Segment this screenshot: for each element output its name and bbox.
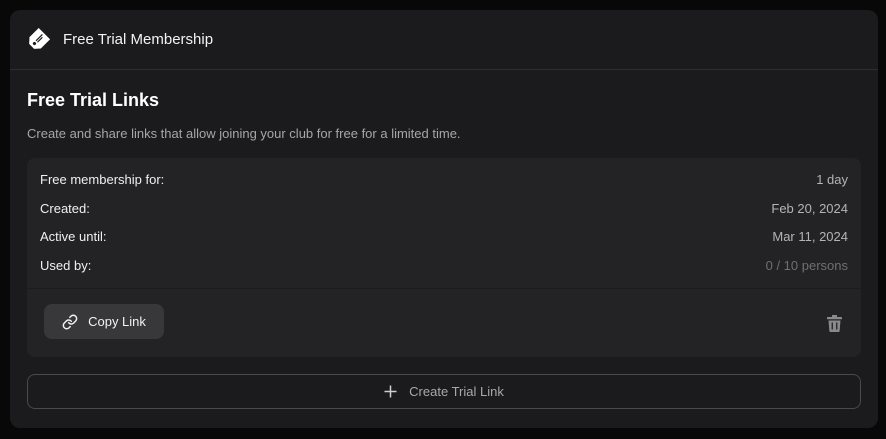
create-trial-link-button[interactable]: Create Trial Link — [27, 374, 861, 409]
link-icon — [62, 314, 78, 330]
info-label: Created: — [40, 200, 90, 216]
info-row-used-by: Used by: 0 / 10 persons — [40, 255, 848, 275]
info-label: Free membership for: — [40, 171, 165, 187]
info-label: Active until: — [40, 228, 107, 244]
copy-link-label: Copy Link — [88, 314, 146, 329]
info-value: 1 day — [816, 171, 848, 187]
plus-icon — [384, 383, 397, 401]
create-trial-link-label: Create Trial Link — [409, 384, 504, 399]
info-value: Feb 20, 2024 — [771, 200, 848, 216]
free-trial-card: Free Trial Membership Free Trial Links C… — [10, 10, 878, 428]
price-tag-icon — [26, 27, 50, 52]
section-title: Free Trial Links — [27, 90, 160, 110]
header-title: Free Trial Membership — [63, 31, 214, 48]
divider — [27, 288, 861, 289]
copy-link-button[interactable]: Copy Link — [44, 304, 164, 339]
trial-link-item: Free membership for: 1 day Created: Feb … — [27, 158, 861, 357]
card-header: Free Trial Membership — [10, 10, 878, 70]
info-row-created: Created: Feb 20, 2024 — [40, 198, 848, 218]
info-row-active-until: Active until: Mar 11, 2024 — [40, 226, 848, 246]
section-description: Create and share links that allow joinin… — [27, 126, 461, 141]
info-label: Used by: — [40, 257, 92, 273]
trash-icon[interactable] — [826, 314, 842, 332]
info-value: 0 / 10 persons — [765, 257, 848, 273]
info-row-duration: Free membership for: 1 day — [40, 169, 848, 189]
info-value: Mar 11, 2024 — [772, 228, 848, 244]
